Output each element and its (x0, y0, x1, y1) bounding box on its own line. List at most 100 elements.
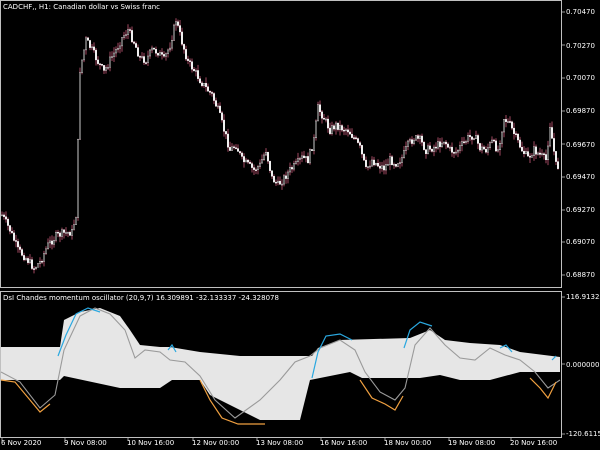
candle-body (471, 136, 473, 140)
candle-body (511, 121, 513, 129)
candle-body (97, 59, 99, 64)
candle-body (239, 151, 241, 154)
candle-body (253, 167, 255, 170)
candle-body (223, 119, 225, 132)
candle-body (381, 165, 383, 169)
candle-body (119, 45, 121, 49)
candle-body (217, 105, 219, 108)
candle-body (93, 46, 95, 51)
candle-body (129, 29, 131, 31)
time-tick: 6 Nov 2020 (1, 439, 42, 447)
candle-body (505, 119, 507, 122)
candle-body (249, 161, 251, 164)
candle-body (259, 162, 261, 167)
candle-body (529, 155, 531, 158)
time-tick: 12 Nov 00:00 (192, 439, 240, 447)
candle-body (385, 164, 387, 171)
price-tick: 0.69070 (566, 238, 595, 246)
candle-body (125, 34, 127, 36)
candle-body (25, 258, 27, 261)
candle-body (315, 120, 317, 139)
candle-body (31, 259, 33, 269)
candle-body (227, 133, 229, 148)
candle-body (47, 242, 49, 250)
candle-body (229, 147, 231, 151)
candle-body (113, 52, 115, 57)
candle-body (55, 231, 57, 241)
candle-body (191, 61, 193, 70)
candle-body (375, 162, 377, 166)
candle-body (539, 152, 541, 155)
candle-body (163, 54, 165, 57)
candle-body (13, 232, 15, 241)
candle-body (89, 40, 91, 48)
candle-body (279, 180, 281, 185)
price-tick: 0.70470 (566, 8, 595, 16)
candle-body (321, 111, 323, 119)
candle-body (243, 156, 245, 163)
candle-body (403, 150, 405, 158)
indicator-tick: 0.000000 (566, 361, 600, 369)
candle-body (423, 141, 425, 150)
candle-body (341, 125, 343, 131)
candle-body (261, 159, 263, 164)
candle-body (179, 25, 181, 33)
candle-body (35, 267, 37, 270)
candle-body (507, 121, 509, 123)
candle-body (283, 175, 285, 185)
candle-body (287, 171, 289, 179)
candle-body (107, 67, 109, 69)
chart-canvas[interactable] (0, 0, 600, 450)
candle-body (433, 146, 435, 152)
candle-body (469, 135, 471, 137)
candle-body (203, 83, 205, 86)
candle-body (333, 125, 335, 130)
candle-body (359, 142, 361, 146)
candle-body (5, 216, 7, 220)
candle-body (3, 214, 5, 217)
candle-body (353, 137, 355, 139)
candle-body (435, 146, 437, 149)
candle-body (479, 143, 481, 151)
candle-body (397, 163, 399, 167)
candle-body (417, 135, 419, 139)
candle-body (377, 162, 379, 167)
candle-body (189, 60, 191, 62)
candle-body (343, 129, 345, 132)
candle-body (299, 158, 301, 160)
candle-body (525, 151, 527, 154)
candle-body (9, 225, 11, 232)
indicator-title: DsI Chandes momentum oscillator (20,9,7)… (3, 294, 279, 302)
candle-body (251, 163, 253, 168)
time-tick: 19 Nov 08:00 (448, 439, 496, 447)
price-tick: 0.70270 (566, 42, 595, 50)
candle-body (401, 157, 403, 163)
candle-body (181, 31, 183, 45)
candle-body (211, 92, 213, 94)
candle-body (393, 164, 395, 166)
candle-body (257, 166, 259, 170)
candle-body (345, 129, 347, 132)
candle-body (19, 246, 21, 250)
candle-body (497, 149, 499, 152)
candle-body (481, 146, 483, 151)
candle-body (41, 261, 43, 263)
candle-body (415, 135, 417, 141)
main-chart-pane[interactable] (0, 0, 562, 288)
candle-body (17, 241, 19, 248)
candle-body (419, 135, 421, 139)
candle-body (59, 232, 61, 237)
candle-body (103, 65, 105, 71)
candle-body (63, 229, 65, 233)
candle-body (241, 152, 243, 157)
candle-body (69, 232, 71, 236)
candle-body (173, 24, 175, 41)
candle-body (387, 164, 389, 166)
candle-body (519, 139, 521, 148)
price-tick: 0.69470 (566, 173, 595, 181)
candle-body (101, 64, 103, 66)
candle-body (141, 56, 143, 58)
candle-body (535, 146, 537, 155)
candle-body (349, 131, 351, 135)
candle-body (157, 53, 159, 56)
